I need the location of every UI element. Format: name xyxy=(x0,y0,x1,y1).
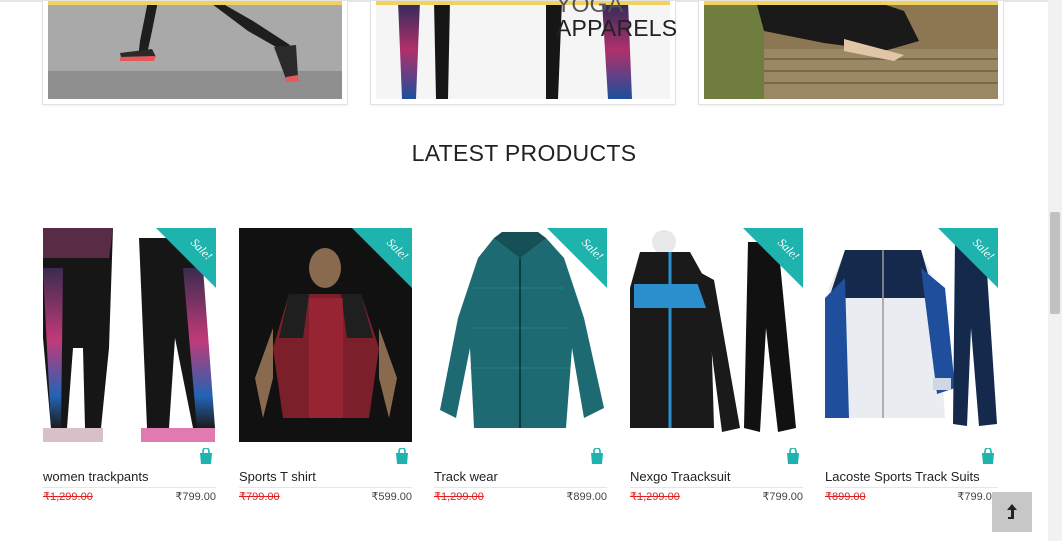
sale-ribbon: Sale! xyxy=(938,228,998,288)
product-new-price: ₹799.00 xyxy=(175,491,216,503)
product-name[interactable]: women trackpants xyxy=(43,469,216,488)
add-to-cart-bag-icon[interactable] xyxy=(980,447,998,466)
product-card[interactable]: Sale! Sports T shirt ₹799.00 ₹599.00 xyxy=(239,228,412,518)
add-to-cart-bag-icon[interactable] xyxy=(589,447,607,466)
product-old-price: ₹899.00 xyxy=(825,491,866,503)
product-name[interactable]: Sports T shirt xyxy=(239,469,412,488)
sale-ribbon: Sale! xyxy=(352,228,412,288)
product-name[interactable]: Lacoste Sports Track Suits xyxy=(825,469,998,488)
product-old-price: ₹799.00 xyxy=(239,491,280,503)
product-new-price: ₹799.00 xyxy=(762,491,803,503)
product-card[interactable]: Sale! Track wear ₹1,299.00 ₹899.00 xyxy=(434,228,607,518)
add-to-cart-bag-icon[interactable] xyxy=(198,447,216,466)
add-to-cart-bag-icon[interactable] xyxy=(785,447,803,466)
category-title-yoga: YOGA APPARELS xyxy=(556,0,677,40)
section-title: LATEST PRODUCTS xyxy=(411,140,637,166)
product-new-price: ₹899.00 xyxy=(566,491,607,503)
runner-illustration xyxy=(48,1,342,99)
product-card[interactable]: Sale! women trackpants ₹1,299.00 ₹799.00 xyxy=(43,228,216,518)
arrow-up-icon xyxy=(1007,504,1017,519)
category-title-line1: YOGA xyxy=(556,0,624,17)
product-old-price: ₹1,299.00 xyxy=(630,491,680,503)
product-new-price: ₹599.00 xyxy=(371,491,412,503)
category-card-sitting[interactable] xyxy=(698,0,1004,105)
sale-ribbon: Sale! xyxy=(547,228,607,288)
add-to-cart-bag-icon[interactable] xyxy=(394,447,412,466)
category-title-line2: APPARELS xyxy=(556,15,678,41)
product-card[interactable]: Sale! Lacoste Sports Track Suits ₹899.00… xyxy=(825,228,998,518)
sale-ribbon: Sale! xyxy=(743,228,803,288)
scroll-to-top-button[interactable] xyxy=(992,492,1032,532)
sale-ribbon: Sale! xyxy=(156,228,216,288)
category-accent-bar xyxy=(48,1,342,5)
category-accent-bar xyxy=(704,1,998,5)
product-name[interactable]: Track wear xyxy=(434,469,607,488)
product-image[interactable]: Sale! xyxy=(43,228,216,442)
product-image[interactable]: Sale! xyxy=(434,228,607,442)
product-old-price: ₹1,299.00 xyxy=(43,491,93,503)
category-image-running xyxy=(48,1,342,99)
product-image[interactable]: Sale! xyxy=(630,228,803,442)
product-image[interactable]: Sale! xyxy=(239,228,412,442)
sitting-illustration xyxy=(704,1,998,99)
category-image-sitting xyxy=(704,1,998,99)
product-name[interactable]: Nexgo Traacksuit xyxy=(630,469,803,488)
product-card[interactable]: Sale! Nexgo Traacksuit ₹1,299.00 ₹799.00 xyxy=(630,228,803,518)
page-scrollbar[interactable] xyxy=(1048,0,1062,541)
scrollbar-thumb[interactable] xyxy=(1050,212,1060,314)
category-card-running[interactable] xyxy=(42,0,348,105)
product-old-price: ₹1,299.00 xyxy=(434,491,484,503)
product-image[interactable]: Sale! xyxy=(825,228,998,442)
